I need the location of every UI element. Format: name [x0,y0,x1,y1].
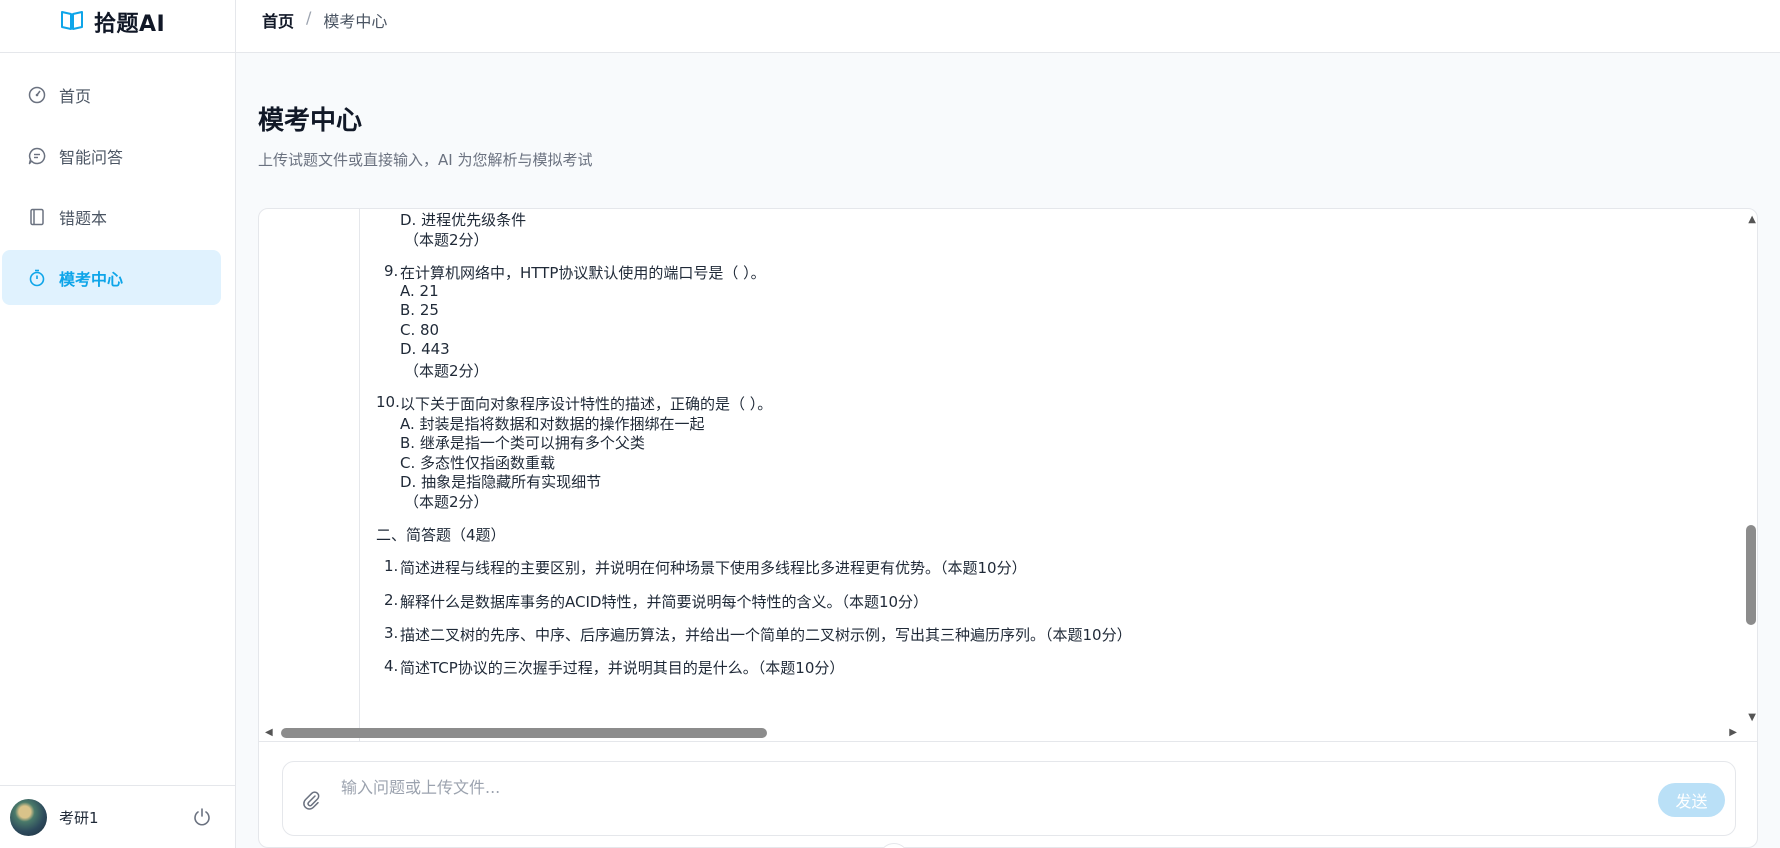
question-text: 简述TCP协议的三次握手过程，并说明其目的是什么。（本题10分） [400,659,845,677]
notebook-icon [27,207,47,227]
sidebar-item-label: 首页 [59,86,92,106]
question-number: 10. [376,393,400,411]
book-icon [60,9,84,35]
vertical-scrollbar[interactable]: ▲ ▼ [1743,209,1757,729]
sidebar: 拾题AI 首页 智能问答 错题本 模考中心 考研1 [0,0,236,848]
question-number: 9. [384,262,399,280]
sidebar-item-qa[interactable]: 智能问答 [2,128,221,183]
option: C. 80 [400,321,440,339]
paperclip-icon[interactable] [301,790,321,814]
question-score: （本题2分） [404,493,489,511]
sidebar-item-label: 模考中心 [59,269,124,289]
question-score: （本题2分） [404,231,489,249]
question-number: 2. [384,591,399,609]
logo-area: 拾题AI [0,0,235,53]
option: D. 抽象是指隐藏所有实现细节 [400,473,602,491]
breadcrumb: 首页 / 模考中心 [236,0,1780,53]
chat-input-box: 发送 [282,761,1736,836]
exam-card: D. 进程优先级条件 （本题2分） 9. 在计算机网络中，HTTP协议默认使用的… [258,208,1758,848]
section-heading: 二、简答题（4题） [376,526,506,544]
question-number: 4. [384,657,399,675]
user-name: 考研1 [59,808,99,827]
exam-content-scroll[interactable]: D. 进程优先级条件 （本题2分） 9. 在计算机网络中，HTTP协议默认使用的… [259,209,1757,742]
option: A. 21 [400,282,439,300]
chat-input[interactable] [341,772,1441,802]
app-title: 拾题AI [94,12,166,37]
scroll-right-icon[interactable]: ▶ [1729,728,1737,738]
power-icon[interactable] [192,807,212,831]
sidebar-nav: 首页 智能问答 错题本 模考中心 [2,67,221,311]
option: D. 443 [400,340,450,358]
horizontal-scrollbar[interactable]: ◀ ▶ [259,725,1757,741]
chat-icon [27,146,47,166]
question-score: （本题2分） [404,362,489,380]
exam-content: D. 进程优先级条件 （本题2分） 9. 在计算机网络中，HTTP协议默认使用的… [359,209,1739,742]
breadcrumb-current: 模考中心 [323,12,388,31]
option: B. 25 [400,301,439,319]
horizontal-scroll-thumb[interactable] [281,728,767,738]
sidebar-item-mistakes[interactable]: 错题本 [2,189,221,244]
page-title: 模考中心 [258,106,363,136]
user-bar: 考研1 [0,785,236,848]
dashboard-icon [27,85,47,105]
option: D. 进程优先级条件 [400,211,527,229]
avatar[interactable] [10,798,47,836]
option: A. 封装是指将数据和对数据的操作捆绑在一起 [400,415,705,433]
breadcrumb-home[interactable]: 首页 [262,8,294,32]
option: B. 继承是指一个类可以拥有多个父类 [400,434,645,452]
question-text: 解释什么是数据库事务的ACID特性，并简要说明每个特性的含义。（本题10分） [400,593,929,611]
vertical-scroll-thumb[interactable] [1746,525,1756,625]
send-button[interactable]: 发送 [1658,783,1725,817]
sidebar-item-mock-exam[interactable]: 模考中心 [2,250,221,305]
breadcrumb-separator: / [306,8,312,27]
question-number: 3. [384,624,399,642]
page-description: 上传试题文件或直接输入，AI 为您解析与模拟考试 [258,151,593,169]
divider [259,741,1757,742]
timer-icon [27,268,47,288]
sidebar-item-home[interactable]: 首页 [2,67,221,122]
question-text: 在计算机网络中，HTTP协议默认使用的端口号是（ ）。 [400,264,766,282]
scroll-down-icon[interactable]: ▼ [1748,713,1756,723]
sidebar-item-label: 错题本 [59,208,108,228]
question-text: 简述进程与线程的主要区别，并说明在何种场景下使用多线程比多进程更有优势。（本题1… [400,559,1027,577]
question-number: 1. [384,557,399,575]
question-text: 描述二叉树的先序、中序、后序遍历算法，并给出一个简单的二叉树示例，写出其三种遍历… [400,626,1132,644]
question-text: 以下关于面向对象程序设计特性的描述，正确的是（ ）。 [400,395,773,413]
sidebar-item-label: 智能问答 [59,147,124,167]
scroll-up-icon[interactable]: ▲ [1748,215,1756,225]
option: C. 多态性仅指函数重载 [400,454,556,472]
scroll-left-icon[interactable]: ◀ [265,728,273,738]
main-area: 模考中心 上传试题文件或直接输入，AI 为您解析与模拟考试 D. 进程优先级条件… [236,53,1780,848]
